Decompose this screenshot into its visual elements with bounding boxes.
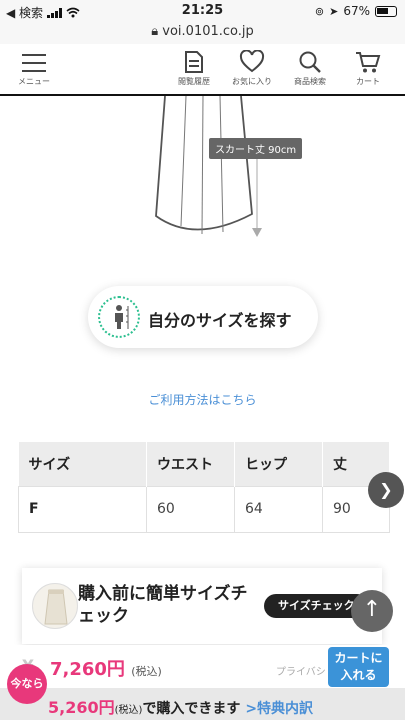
promo-banner[interactable]: 今なら 5,260円(税込)で購入できます >特典内訳	[0, 664, 405, 720]
col-header-hip: ヒップ	[234, 442, 323, 486]
cell-hip: 64	[234, 485, 323, 533]
size-check-title: 購入前に簡単サイズチェック	[78, 584, 248, 626]
size-table-header: サイズ ウエスト ヒップ 丈	[18, 442, 390, 486]
nav-cart-label: カート	[356, 77, 380, 86]
document-icon	[185, 51, 203, 73]
promo-message: で購入できます	[142, 701, 241, 717]
site-header: メニュー 閲覧履歴 お気に入り 商品検索 カート	[0, 44, 405, 96]
product-thumbnail	[32, 583, 78, 629]
menu-button[interactable]: メニュー	[14, 50, 54, 87]
menu-label: メニュー	[18, 77, 50, 86]
price-value: 7,260円	[50, 659, 125, 680]
promo-tax-label: (税込)	[114, 705, 143, 716]
cart-icon	[356, 52, 381, 73]
col-header-waist: ウエスト	[146, 442, 235, 486]
col-header-size: サイズ	[18, 442, 147, 486]
url-text: voi.0101.co.jp	[162, 24, 254, 39]
nav-search[interactable]: 商品検索	[285, 50, 335, 87]
find-my-size-button[interactable]: 自分のサイズを探す	[88, 286, 318, 348]
scroll-to-top-button[interactable]: ↑	[351, 590, 393, 632]
skirt-length-tag: スカート丈 90cm	[209, 138, 303, 159]
size-check-card: 購入前に簡単サイズチェック サイズチェック	[22, 568, 382, 644]
location-icon: ➤	[329, 4, 339, 18]
nav-cart[interactable]: カート	[343, 50, 393, 87]
price: 7,260円 (税込)	[50, 655, 162, 681]
lock-icon: 🔒︎	[151, 24, 159, 39]
orientation-lock-icon: ⊚	[314, 4, 325, 18]
find-my-size-label: 自分のサイズを探す	[148, 311, 292, 330]
cell-size: F	[18, 485, 147, 533]
nav-history[interactable]: 閲覧履歴	[169, 50, 219, 87]
nav-search-label: 商品検索	[294, 77, 326, 86]
now-badge: 今なら	[7, 664, 47, 704]
heart-icon	[239, 50, 265, 73]
howto-link[interactable]: ご利用方法はこちら	[0, 391, 405, 408]
cell-waist: 60	[146, 485, 235, 533]
size-table: サイズ ウエスト ヒップ 丈 F 60 64 90	[18, 442, 390, 533]
nav-favorites-label: お気に入り	[232, 77, 272, 86]
chevron-right-icon: ❯	[379, 480, 393, 499]
add-to-cart-button[interactable]: カートに 入れる	[328, 647, 389, 687]
battery-percent: 67%	[343, 4, 370, 18]
search-icon	[299, 51, 321, 73]
status-bar: ◀ 検索 21:25 ⊚ ➤ 67%	[0, 0, 405, 22]
url-bar[interactable]: 🔒︎ voi.0101.co.jp	[0, 22, 405, 44]
purchase-bar: ¥ 7,260円 (税込) プライバシ カートに 入れる 今なら 5,260円(…	[0, 645, 405, 720]
header-nav: 閲覧履歴 お気に入り 商品検索 カート	[169, 50, 393, 87]
privacy-link[interactable]: プライバシ	[276, 663, 326, 678]
promo-text: 5,260円(税込)で購入できます >特典内訳	[48, 694, 313, 718]
table-row: F 60 64 90	[18, 485, 390, 533]
nav-favorites[interactable]: お気に入り	[227, 50, 277, 87]
price-tax-label: (税込)	[131, 665, 162, 678]
promo-price: 5,260円	[48, 698, 115, 717]
nav-history-label: 閲覧履歴	[178, 77, 210, 86]
benefit-details-link[interactable]: >特典内訳	[245, 701, 313, 717]
skirt-illustration	[155, 96, 262, 237]
body-measure-icon	[98, 296, 140, 338]
add-to-cart-label-2: 入れる	[340, 668, 377, 682]
battery-icon	[375, 5, 397, 17]
hamburger-icon	[22, 54, 46, 72]
arrow-up-icon: ↑	[362, 597, 382, 622]
add-to-cart-label-1: カートに	[334, 651, 383, 665]
table-scroll-right-button[interactable]: ❯	[368, 472, 404, 508]
